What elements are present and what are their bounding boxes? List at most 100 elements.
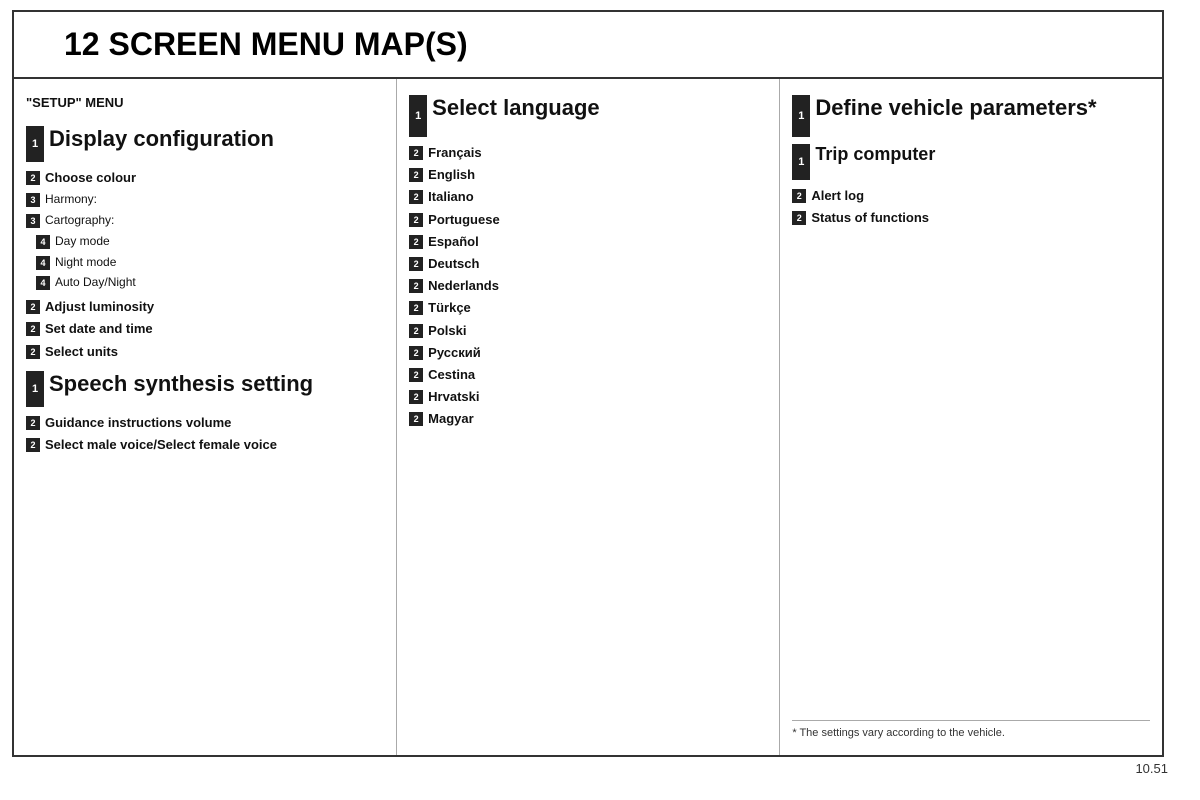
list-item: 1 Display configuration [26,126,384,162]
list-item: 2 Set date and time [26,320,384,338]
item-label: Nederlands [428,277,499,295]
list-item: 2 Deutsch [409,255,767,273]
level-badge: 2 [792,211,806,225]
list-item: 4 Night mode [26,254,384,271]
level-badge: 2 [409,235,423,249]
item-label: Trip computer [815,144,935,166]
item-label: Cartography: [45,212,114,229]
level-badge: 2 [26,438,40,452]
item-label: Set date and time [45,320,153,338]
item-label: Español [428,233,479,251]
item-label: Select male voice/Select female voice [45,436,277,454]
list-item: 3 Cartography: [26,212,384,229]
list-item: 2 Select units [26,343,384,361]
col3-vehicle-menu: 1 Define vehicle parameters* 1 Trip comp… [780,79,1162,755]
item-label: Speech synthesis setting [49,371,313,397]
level-badge: 2 [26,416,40,430]
level-badge: 1 [409,95,427,137]
item-label: Define vehicle parameters* [815,95,1096,121]
list-item: 2 Français [409,144,767,162]
item-label: Select units [45,343,118,361]
col2-language-menu: 1 Select language 2 Français 2 English 2… [397,79,780,755]
level-badge: 2 [409,279,423,293]
item-label: Magyar [428,410,474,428]
level-badge: 2 [409,390,423,404]
level-badge: 2 [26,171,40,185]
item-label: Day mode [55,233,110,250]
item-label: Français [428,144,481,162]
list-item: 1 Speech synthesis setting [26,371,384,407]
level-badge: 1 [26,371,44,407]
level-badge: 2 [409,324,423,338]
list-item: 2 English [409,166,767,184]
level-badge: 2 [792,189,806,203]
item-label: Italiano [428,188,474,206]
list-item: 4 Auto Day/Night [26,274,384,291]
list-item: 1 Trip computer [792,144,1150,180]
level-badge: 2 [409,412,423,426]
list-item: 2 Italiano [409,188,767,206]
page-title: 12 SCREEN MENU MAP(S) [64,26,1142,63]
list-item: 2 Choose colour [26,169,384,187]
list-item: 2 Nederlands [409,277,767,295]
list-item: 4 Day mode [26,233,384,250]
list-item: 2 Magyar [409,410,767,428]
item-label: Türkçe [428,299,471,317]
list-item: 1 Select language [409,95,767,137]
list-item: 3 Harmony: [26,191,384,208]
level-badge: 2 [409,168,423,182]
level-badge: 2 [26,345,40,359]
level-badge: 2 [409,368,423,382]
level-badge: 4 [36,256,50,270]
list-item: 2 Русский [409,344,767,362]
level-badge: 3 [26,193,40,207]
item-label: Night mode [55,254,116,271]
item-label: Cestina [428,366,475,384]
item-label: Display configuration [49,126,274,152]
list-item: 2 Select male voice/Select female voice [26,436,384,454]
level-badge: 2 [26,300,40,314]
level-badge: 2 [409,146,423,160]
level-badge: 4 [36,276,50,290]
item-label: Choose colour [45,169,136,187]
item-label: Status of functions [811,209,929,227]
list-item: 2 Guidance instructions volume [26,414,384,432]
level-badge: 1 [26,126,44,162]
list-item: 2 Alert log [792,187,1150,205]
list-item: 2 Adjust luminosity [26,298,384,316]
item-label: Guidance instructions volume [45,414,231,432]
level-badge: 4 [36,235,50,249]
item-label: Adjust luminosity [45,298,154,316]
list-item: 2 Türkçe [409,299,767,317]
col3-footnote: * The settings vary according to the veh… [792,720,1150,739]
level-badge: 2 [409,257,423,271]
item-label: Polski [428,322,466,340]
item-label: Deutsch [428,255,479,273]
item-label: Portuguese [428,211,500,229]
item-label: Русский [428,344,481,362]
item-label: Alert log [811,187,864,205]
item-label: English [428,166,475,184]
list-item: 2 Portuguese [409,211,767,229]
col1-header: "SETUP" MENU [26,95,384,110]
list-item: 2 Hrvatski [409,388,767,406]
level-badge: 2 [26,322,40,336]
item-label: Harmony: [45,191,97,208]
item-label: Hrvatski [428,388,479,406]
level-badge: 1 [792,95,810,137]
list-item: 2 Polski [409,322,767,340]
list-item: 1 Define vehicle parameters* [792,95,1150,137]
page-number: 10.51 [12,761,1188,776]
level-badge: 2 [409,346,423,360]
level-badge: 2 [409,190,423,204]
level-badge: 3 [26,214,40,228]
level-badge: 1 [792,144,810,180]
level-badge: 2 [409,301,423,315]
list-item: 2 Cestina [409,366,767,384]
level-badge: 2 [409,213,423,227]
col1-setup-menu: "SETUP" MENU 1 Display configuration 2 C… [14,79,397,755]
list-item: 2 Español [409,233,767,251]
item-label: Select language [432,95,600,121]
item-label: Auto Day/Night [55,274,136,291]
list-item: 2 Status of functions [792,209,1150,227]
